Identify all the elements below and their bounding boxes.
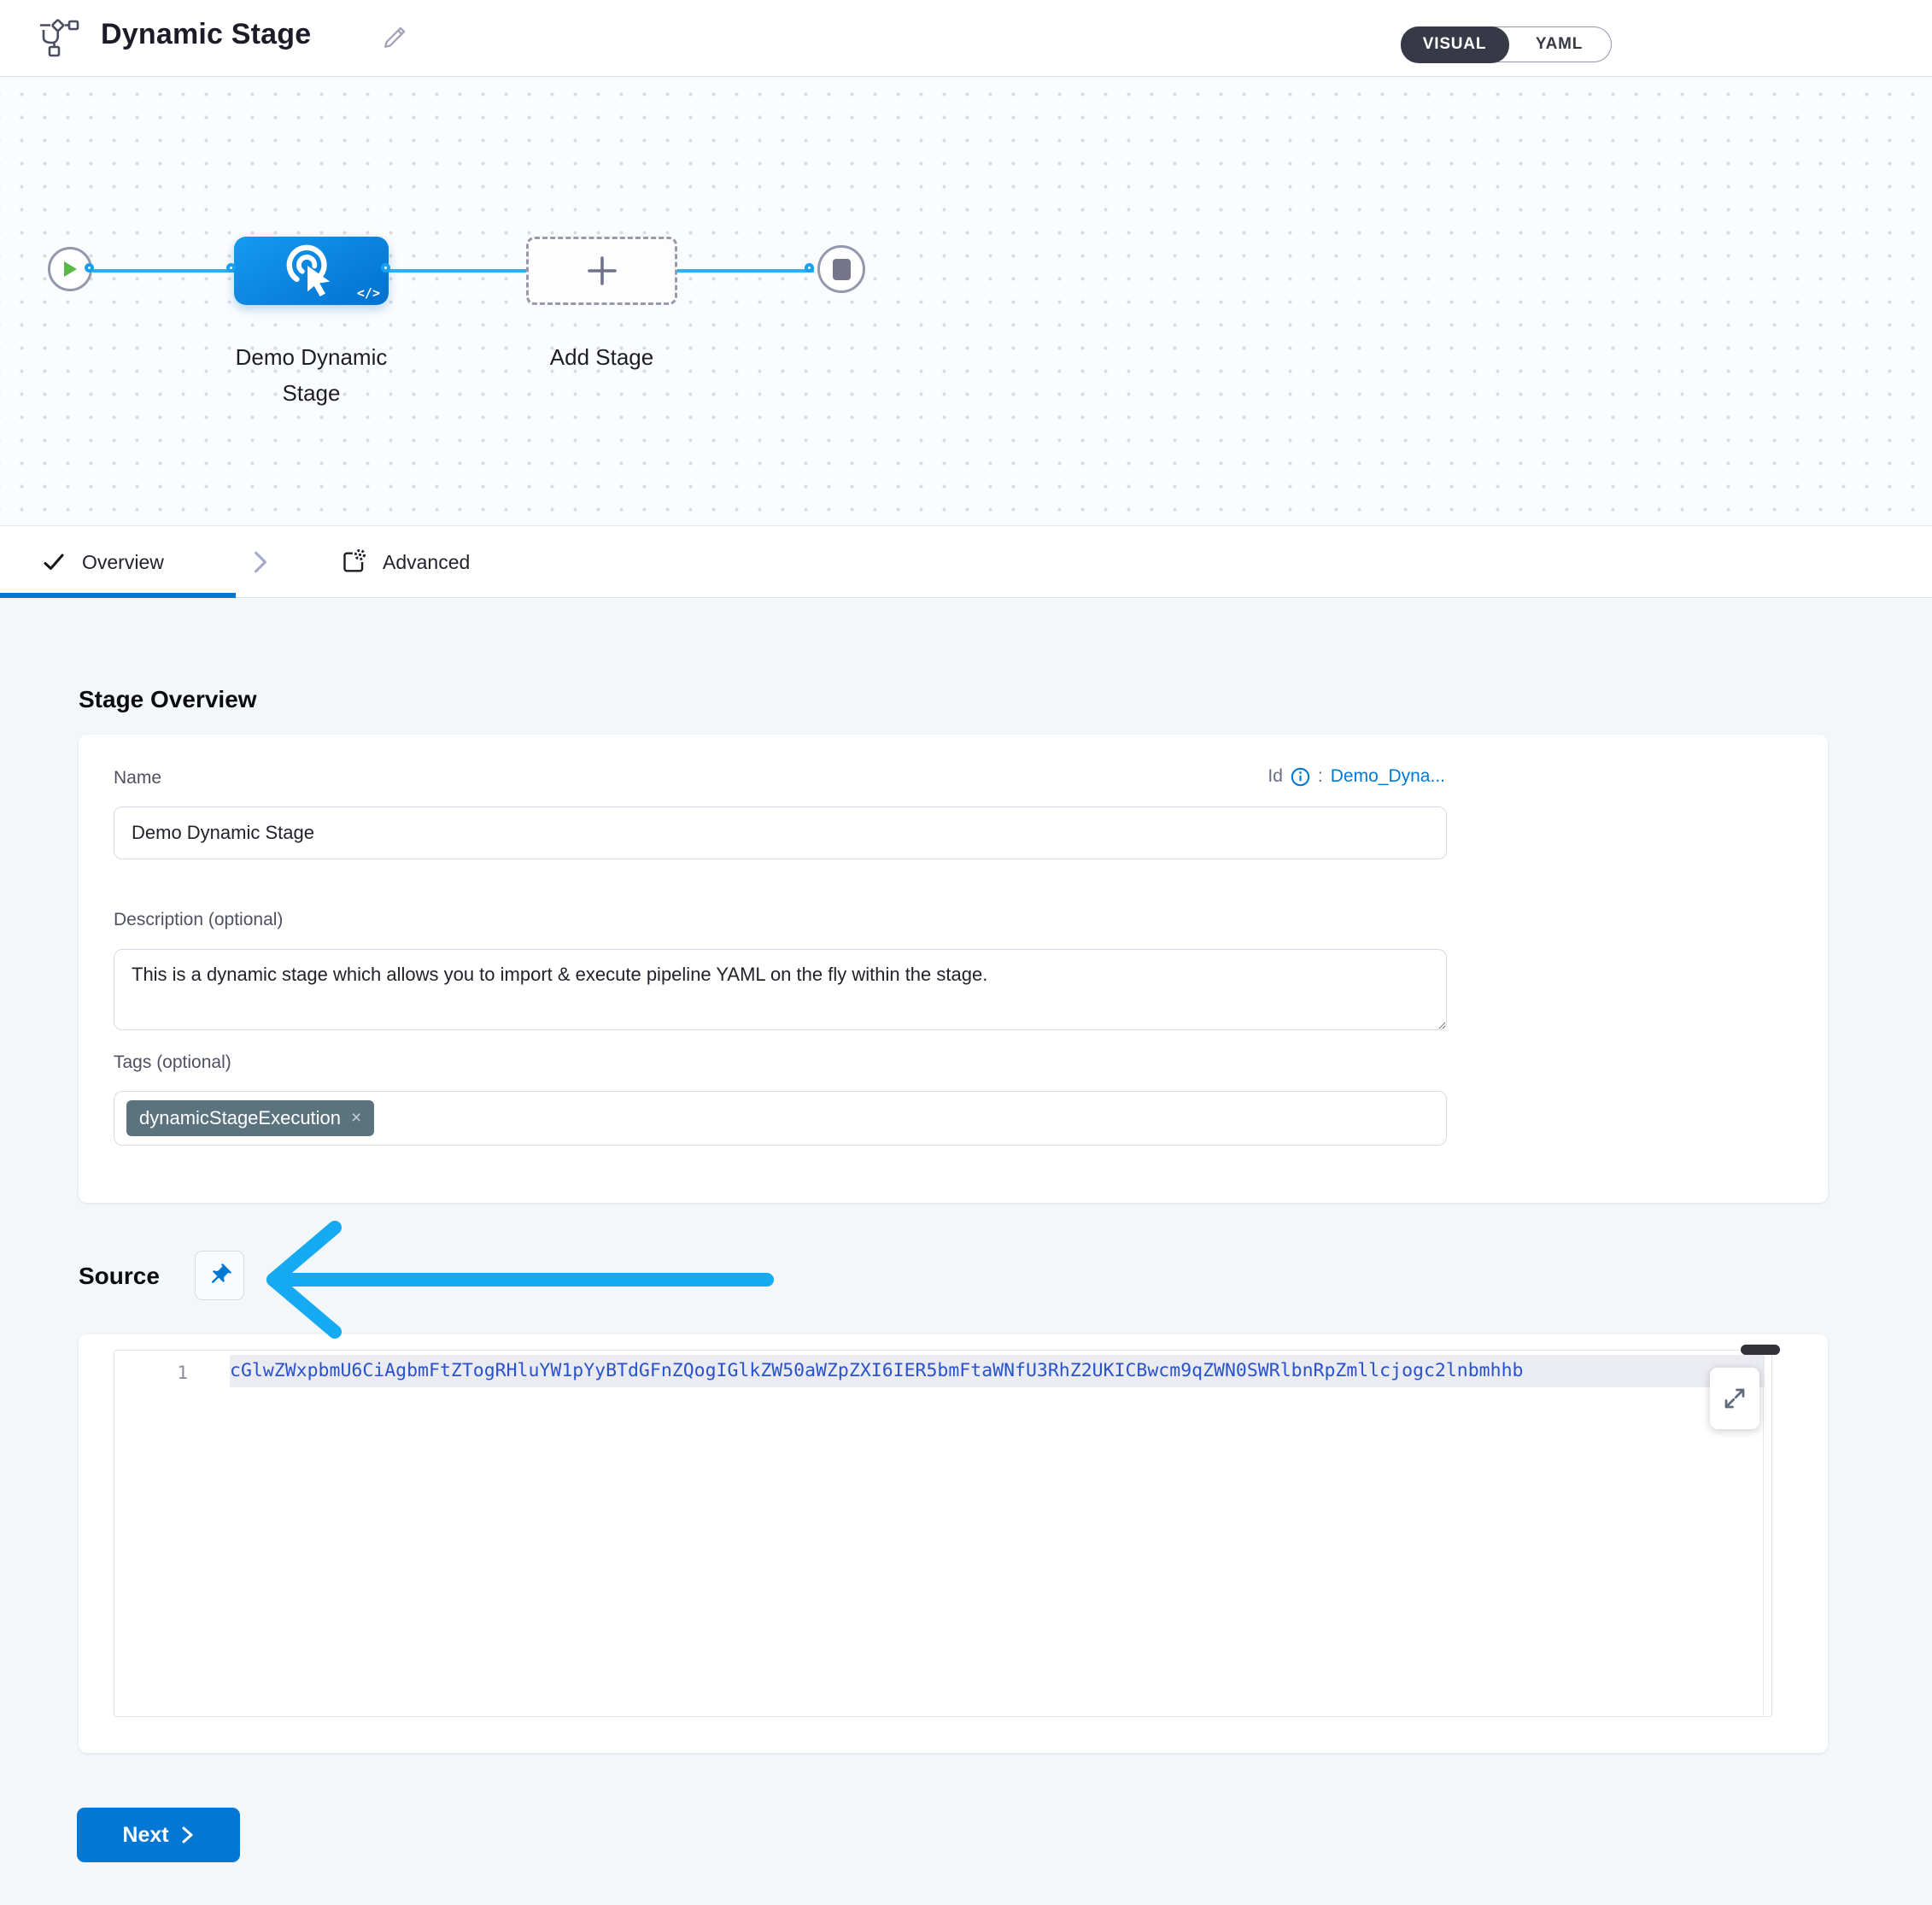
toggle-visual[interactable]: VISUAL (1401, 26, 1509, 63)
expand-icon (1722, 1386, 1748, 1411)
next-button[interactable]: Next (77, 1808, 240, 1862)
edge-start-to-stage (92, 269, 236, 273)
port-start[interactable] (85, 263, 94, 273)
pipeline-end-node[interactable] (817, 245, 865, 293)
chevron-right-icon (253, 550, 268, 574)
pushpin-icon (207, 1263, 232, 1288)
tab-advanced-label: Advanced (383, 551, 470, 574)
advanced-gear-box-icon (340, 548, 367, 576)
stage-node-label[interactable]: Demo Dynamic Stage (215, 339, 407, 411)
editor-scrollbar-track (1763, 1351, 1764, 1716)
stage-overview-card: Name Id : Demo_Dyna... Description (opti… (79, 735, 1828, 1203)
editor-scrollbar-thumb[interactable] (1741, 1345, 1780, 1355)
info-icon[interactable] (1291, 767, 1310, 787)
add-stage-label[interactable]: Add Stage (524, 339, 679, 375)
stage-id-line: Id : Demo_Dyna... (1268, 766, 1445, 787)
next-chevron-icon (181, 1826, 195, 1844)
next-button-label: Next (122, 1823, 168, 1848)
source-code-line[interactable]: cGlwZWxpbmU6CiAgbmFtZTogRHluYW1pYyBTdGFn… (230, 1355, 1765, 1387)
source-heading: Source (79, 1263, 160, 1290)
header: Dynamic Stage VISUAL YAML (0, 0, 1932, 77)
name-label: Name (114, 768, 161, 788)
edge-add-to-end (677, 269, 814, 273)
source-card: 1 cGlwZWxpbmU6CiAgbmFtZTogRHluYW1pYyBTdG… (79, 1334, 1828, 1753)
annotation-arrow-icon (256, 1219, 787, 1340)
tags-label: Tags (optional) (114, 1052, 231, 1073)
port-end[interactable] (805, 263, 814, 273)
active-tab-underline (0, 593, 236, 598)
stage-tabbar: Overview Advanced (0, 525, 1932, 598)
pipeline-canvas: </> Demo Dynamic Stage Add Stage (0, 78, 1932, 525)
visual-yaml-toggle: VISUAL YAML (1401, 26, 1612, 62)
tags-input[interactable]: dynamicStageExecution × (114, 1091, 1447, 1146)
plus-icon (584, 253, 620, 289)
check-icon (41, 551, 67, 573)
page-title: Dynamic Stage (101, 18, 311, 51)
tag-chip-dynamicStageExecution: dynamicStageExecution × (126, 1100, 374, 1136)
stage-id-value[interactable]: Demo_Dyna... (1331, 766, 1445, 787)
tab-advanced[interactable]: Advanced (340, 526, 470, 598)
stage-node-demo-dynamic-stage[interactable]: </> (234, 237, 389, 305)
port-stage-in[interactable] (226, 263, 236, 273)
tag-chip-label: dynamicStageExecution (139, 1107, 341, 1129)
edge-stage-to-add (389, 269, 526, 273)
description-label: Description (optional) (114, 910, 283, 930)
description-textarea[interactable]: This is a dynamic stage which allows you… (114, 949, 1447, 1030)
play-icon (61, 260, 79, 278)
id-label: Id (1268, 766, 1283, 787)
stop-icon (833, 259, 851, 280)
name-input[interactable] (114, 806, 1447, 859)
toggle-yaml[interactable]: YAML (1508, 27, 1611, 62)
add-stage-node[interactable] (526, 237, 677, 305)
pipeline-icon (38, 19, 80, 58)
stage-overview-heading: Stage Overview (79, 686, 257, 713)
expand-editor-button[interactable] (1710, 1368, 1759, 1429)
tag-remove-icon[interactable]: × (351, 1108, 361, 1128)
line-number: 1 (157, 1358, 188, 1387)
pin-source-button[interactable] (195, 1251, 244, 1300)
edit-pencil-icon[interactable] (381, 22, 410, 51)
tab-overview-label: Overview (82, 551, 164, 574)
dynamic-stage-click-icon (284, 243, 337, 296)
source-code-editor[interactable]: 1 cGlwZWxpbmU6CiAgbmFtZTogRHluYW1pYyBTdG… (114, 1350, 1772, 1717)
stage-config-screen: Dynamic Stage VISUAL YAML </> (0, 0, 1932, 1905)
tab-overview[interactable]: Overview (41, 526, 164, 598)
port-stage-out[interactable] (381, 263, 390, 273)
id-colon: : (1318, 766, 1323, 787)
code-badge: </> (357, 285, 380, 301)
